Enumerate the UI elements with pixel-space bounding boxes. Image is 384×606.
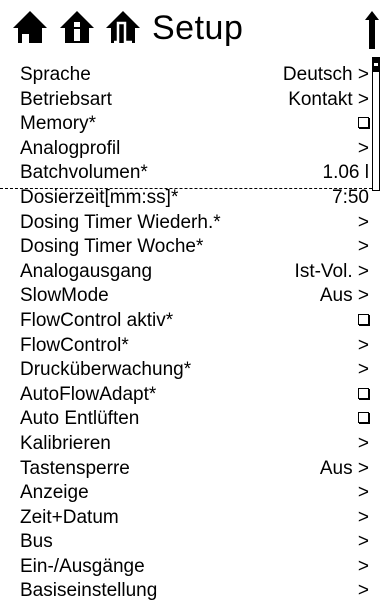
menu-list: Sprache Deutsch > Betriebsart Kontakt > Memo… <box>0 63 384 604</box>
menu-item[interactable]: Dosing Timer Wiederh.* > <box>0 211 384 236</box>
menu-item-label: AutoFlowAdapt* <box>20 383 157 405</box>
header-bar: Setup <box>0 0 384 56</box>
menu-item[interactable]: Analogausgang Ist-Vol. > <box>0 260 384 285</box>
menu-item-label: Zeit+Datum <box>20 506 119 528</box>
menu-item-value: > <box>357 236 369 258</box>
home-icon[interactable] <box>11 9 49 45</box>
menu-item[interactable]: Kalibrieren > <box>0 432 384 457</box>
checkbox <box>358 407 369 432</box>
menu-item-value: > <box>357 359 369 381</box>
menu-item-label: Tastensperre <box>20 457 130 479</box>
menu-item-value: 7:50 <box>332 186 369 208</box>
menu-item-value: > <box>357 432 369 454</box>
up-arrow-icon[interactable] <box>364 10 380 50</box>
menu-item-value: Aus > <box>319 457 369 479</box>
menu-item-label: FlowControl aktiv* <box>20 309 174 331</box>
menu-item[interactable]: Betriebsart Kontakt > <box>0 88 384 113</box>
menu-item[interactable]: Anzeige > <box>0 481 384 506</box>
menu-item[interactable]: FlowControl* > <box>0 334 384 359</box>
menu-item-value: > <box>357 211 369 233</box>
menu-item-label: Dosing Timer Wiederh.* <box>20 211 221 233</box>
checkbox-box[interactable] <box>358 313 369 325</box>
menu-item[interactable]: Dosing Timer Woche* > <box>0 235 384 260</box>
menu-item-value: > <box>357 580 369 602</box>
menu-item-label: Anzeige <box>20 482 89 504</box>
checkbox-box[interactable] <box>358 387 369 399</box>
menu-item-label: Sprache <box>20 64 91 85</box>
menu-item[interactable]: Analogprofil > <box>0 137 384 162</box>
menu-item[interactable]: Zeit+Datum > <box>0 506 384 531</box>
checkbox-box[interactable] <box>358 412 369 424</box>
menu-item-value: Ist-Vol. > <box>294 260 369 282</box>
menu-item[interactable]: Ein-/Ausgänge > <box>0 555 384 580</box>
menu-item[interactable]: Memory* <box>0 112 384 137</box>
menu-item-value: 1.06 l <box>322 162 369 184</box>
checkbox <box>358 112 369 137</box>
setup-screen: Setup Sprache Deutsch > Betriebsart Kontakt… <box>0 0 384 606</box>
page-title: Setup <box>152 9 244 47</box>
menu-item[interactable]: Drucküberwachung* > <box>0 358 384 383</box>
menu-item-value: Deutsch > <box>282 64 369 85</box>
graph-icon[interactable] <box>104 9 142 45</box>
menu-item-value: Kontakt > <box>288 88 369 110</box>
divider <box>0 188 372 189</box>
menu-item[interactable]: FlowControl aktiv* <box>0 309 384 334</box>
menu-item-value: > <box>357 531 369 553</box>
menu-item-label: Kalibrieren <box>20 432 111 454</box>
menu-item-label: Betriebsart <box>20 88 112 110</box>
scroll-thumb[interactable] <box>373 58 379 72</box>
menu-item-value: > <box>357 137 369 159</box>
menu-item[interactable]: Basiseinstellung > <box>0 579 384 604</box>
checkbox <box>358 309 369 334</box>
menu-item[interactable]: Bus > <box>0 530 384 555</box>
menu-item-label: Analogausgang <box>20 260 153 282</box>
menu-item[interactable]: Dosierzeit[mm:ss]* 7:50 <box>0 186 384 211</box>
menu-item[interactable]: AutoFlowAdapt* <box>0 383 384 408</box>
menu-item-label: Ein-/Ausgänge <box>20 555 145 577</box>
menu-item-label: FlowControl* <box>20 334 129 356</box>
menu-item-label: Auto Entlüften <box>20 408 140 430</box>
menu-item[interactable]: Batchvolumen* 1.06 l <box>0 161 384 186</box>
menu-item[interactable]: Tastensperre Aus > <box>0 457 384 482</box>
menu-item-label: Memory* <box>20 113 97 135</box>
menu-item[interactable]: SlowMode Aus > <box>0 284 384 309</box>
scrollbar[interactable] <box>372 57 380 191</box>
menu-item-label: Bus <box>20 531 53 553</box>
menu-item-label: Dosing Timer Woche* <box>20 236 204 258</box>
menu-item[interactable]: Auto Entlüften <box>0 407 384 432</box>
menu-item-value: > <box>357 506 369 528</box>
menu-item[interactable]: Sprache Deutsch > <box>0 63 384 88</box>
menu-item-value: Aus > <box>319 285 369 307</box>
checkbox <box>358 383 369 408</box>
menu-item-label: Drucküberwachung* <box>20 359 192 381</box>
menu-item-label: Dosierzeit[mm:ss]* <box>20 186 179 208</box>
menu-item-label: Basiseinstellung <box>20 580 158 602</box>
menu-item-label: Batchvolumen* <box>20 162 148 184</box>
menu-item-label: Analogprofil <box>20 137 121 159</box>
checkbox-box[interactable] <box>358 117 369 129</box>
menu-item-value: > <box>357 334 369 356</box>
menu-item-label: SlowMode <box>20 285 109 307</box>
menu-item-value: > <box>357 482 369 504</box>
menu-item-value: > <box>357 555 369 577</box>
info-icon[interactable] <box>58 9 96 45</box>
